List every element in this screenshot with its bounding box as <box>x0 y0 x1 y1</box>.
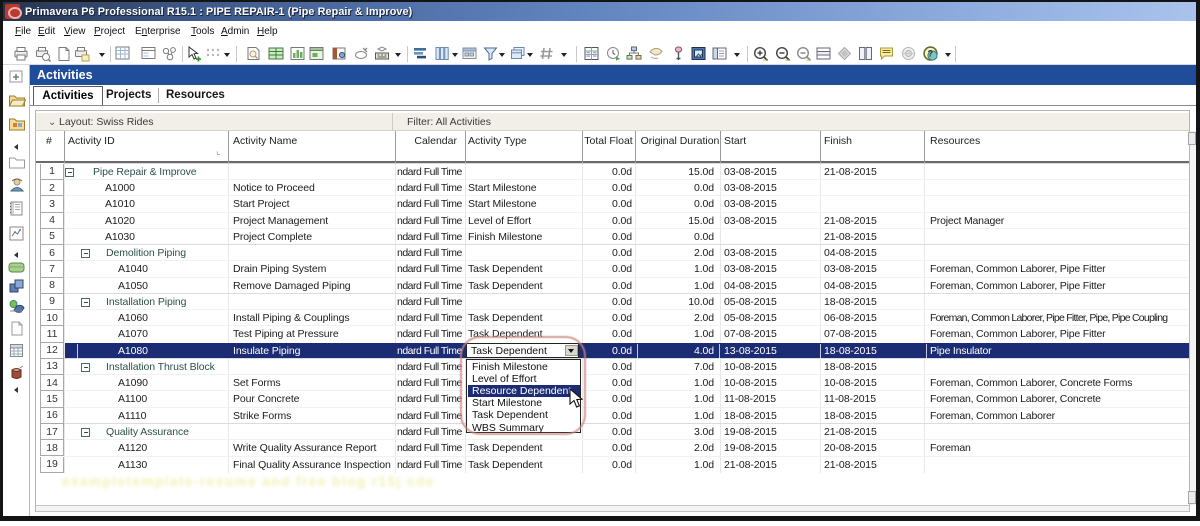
svg-text:?: ? <box>928 49 934 59</box>
